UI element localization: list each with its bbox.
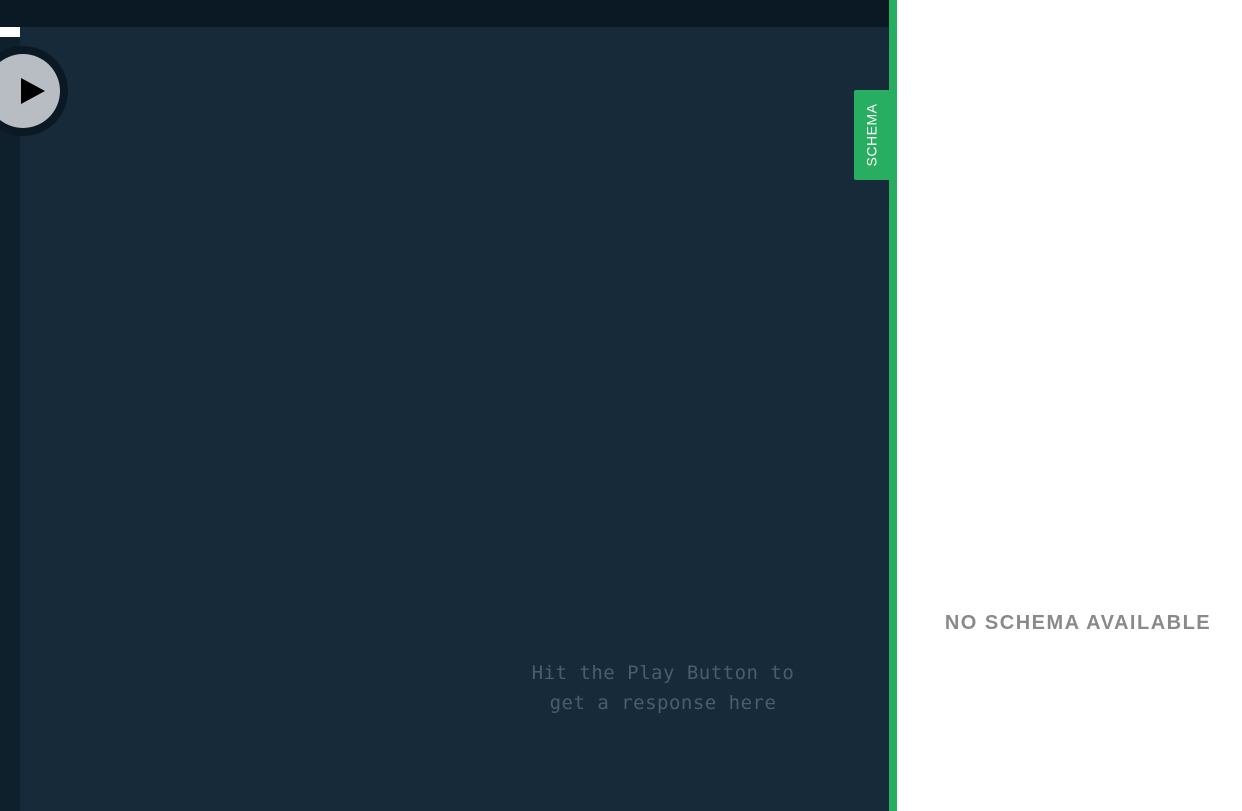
no-schema-message: NO SCHEMA AVAILABLE: [944, 612, 1212, 634]
result-hint: Hit the Play Button to get a response he…: [503, 658, 823, 718]
schema-panel-border[interactable]: [889, 0, 897, 811]
schema-tab-label: SCHEMA: [863, 103, 880, 167]
graphql-playground: Hit the Play Button to get a response he…: [0, 0, 1242, 811]
query-editor-edge[interactable]: [0, 37, 20, 811]
result-pane[interactable]: Hit the Play Button to get a response he…: [20, 27, 889, 811]
schema-tab[interactable]: SCHEMA: [854, 90, 889, 180]
play-button-face[interactable]: [0, 54, 60, 128]
top-bar: [0, 0, 889, 27]
result-hint-line-2: get a response here: [549, 692, 777, 714]
schema-panel: NO SCHEMA AVAILABLE: [897, 0, 1242, 811]
result-hint-line-1: Hit the Play Button to: [531, 662, 795, 684]
play-icon: [21, 78, 45, 104]
